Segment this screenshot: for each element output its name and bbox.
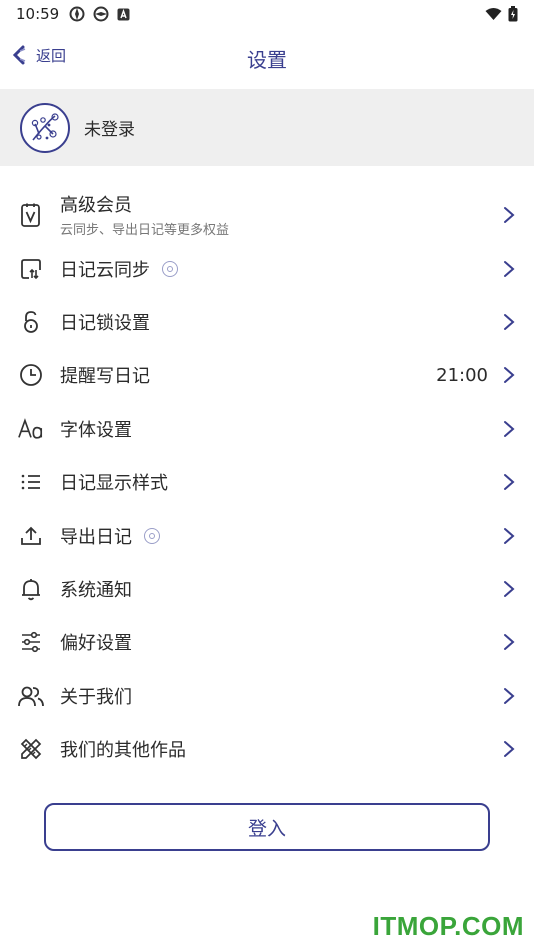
site-watermark: ITMOP.COM	[372, 911, 524, 941]
font-icon	[18, 416, 44, 442]
wifi-icon	[485, 8, 502, 20]
menu-item-label: 日记锁设置	[60, 313, 150, 335]
menu-item-text: 提醒写日记	[60, 362, 150, 388]
battery-icon	[508, 6, 518, 22]
menu-item-text: 日记显示样式	[60, 469, 168, 495]
menu-item-label: 我们的其他作品	[60, 740, 186, 762]
menu-item-label-row: 导出日记	[60, 523, 160, 549]
chevron-right-icon	[504, 527, 515, 544]
tools-icon	[18, 736, 44, 762]
menu-item-label: 日记显示样式	[60, 473, 168, 495]
settings-menu: 高级会员 云同步、导出日记等更多权益 日记云同步 日记锁设置 提醒写日记 21:…	[0, 187, 534, 776]
login-status-label: 未登录	[84, 120, 135, 140]
cloud-sync-icon	[18, 256, 44, 282]
menu-item-label-row: 日记云同步	[60, 256, 178, 282]
menu-item-display-style[interactable]: 日记显示样式	[0, 456, 534, 509]
lock-icon	[18, 309, 44, 335]
page-title: 设置	[247, 48, 287, 72]
nav-bar: 返回 设置	[0, 30, 534, 86]
chevron-right-icon	[504, 741, 515, 758]
menu-item-text: 日记云同步	[60, 256, 178, 282]
chevron-right-icon	[504, 420, 515, 437]
menu-item-label: 日记云同步	[60, 259, 150, 281]
list-style-icon	[18, 469, 44, 495]
chevron-right-icon	[504, 687, 515, 704]
avatar	[20, 102, 70, 153]
chevron-right-icon	[504, 581, 515, 598]
menu-item-label: 字体设置	[60, 419, 132, 441]
menu-item-label: 高级会员	[60, 195, 132, 216]
bell-icon	[18, 576, 44, 602]
vip-badge-icon	[144, 527, 160, 544]
app-notification-icon	[93, 6, 109, 22]
chevron-right-icon	[504, 260, 515, 277]
status-notification-icons	[69, 6, 130, 22]
status-bar: 10:59	[0, 0, 534, 28]
chevron-right-icon	[504, 634, 515, 651]
menu-item-notifications[interactable]: 系统通知	[0, 562, 534, 615]
menu-item-text: 我们的其他作品	[60, 736, 186, 762]
reminder-time-value: 21:00	[436, 364, 488, 386]
menu-item-label: 提醒写日记	[60, 366, 150, 388]
menu-item-text: 关于我们	[60, 683, 132, 709]
menu-item-label: 关于我们	[60, 686, 132, 708]
sliders-icon	[18, 629, 44, 655]
chevron-right-icon	[504, 367, 515, 384]
menu-item-subtitle: 云同步、导出日记等更多权益	[60, 223, 230, 238]
app-notification-icon	[69, 6, 85, 22]
menu-item-text: 系统通知	[60, 576, 132, 602]
menu-item-other-works[interactable]: 我们的其他作品	[0, 723, 534, 776]
menu-item-preferences[interactable]: 偏好设置	[0, 616, 534, 669]
menu-item-diary-lock[interactable]: 日记锁设置	[0, 295, 534, 348]
menu-item-about[interactable]: 关于我们	[0, 669, 534, 722]
chevron-right-icon	[504, 314, 515, 331]
chevron-right-icon	[504, 474, 515, 491]
menu-item-label: 偏好设置	[60, 633, 132, 655]
menu-item-label: 系统通知	[60, 580, 132, 602]
chevron-right-icon	[504, 206, 515, 223]
people-icon	[18, 683, 44, 709]
menu-item-text: 日记锁设置	[60, 309, 150, 335]
login-banner[interactable]: 未登录	[0, 89, 534, 166]
menu-item-font[interactable]: 字体设置	[0, 402, 534, 455]
menu-item-export[interactable]: 导出日记	[0, 509, 534, 562]
vip-badge-icon	[162, 260, 178, 277]
a-box-icon	[117, 8, 130, 20]
menu-item-premium[interactable]: 高级会员 云同步、导出日记等更多权益	[0, 187, 534, 242]
signin-button[interactable]: 登入	[44, 803, 490, 851]
status-time: 10:59	[16, 5, 60, 23]
plum-blossom-icon	[31, 112, 59, 140]
export-icon	[18, 523, 44, 549]
vip-card-icon	[18, 202, 44, 228]
menu-item-text: 导出日记	[60, 523, 160, 549]
menu-item-cloud-sync[interactable]: 日记云同步	[0, 242, 534, 295]
clock-icon	[18, 362, 44, 388]
menu-item-text: 高级会员 云同步、导出日记等更多权益	[60, 191, 229, 238]
menu-item-label: 导出日记	[60, 526, 132, 548]
menu-item-text: 字体设置	[60, 416, 132, 442]
status-system-icons	[485, 6, 518, 22]
menu-item-text: 偏好设置	[60, 629, 132, 655]
menu-item-reminder[interactable]: 提醒写日记 21:00	[0, 349, 534, 402]
